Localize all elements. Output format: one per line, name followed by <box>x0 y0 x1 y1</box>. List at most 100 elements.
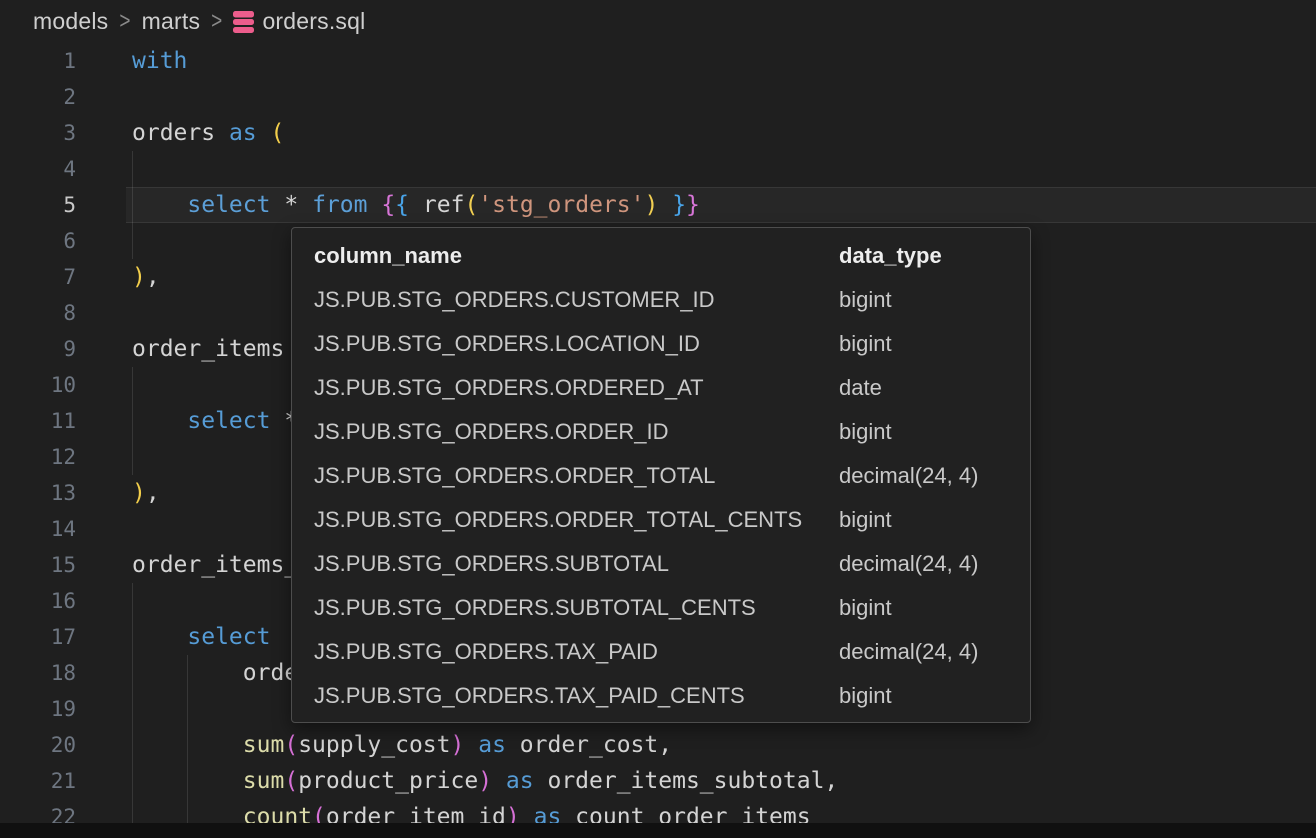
indent-guide <box>132 691 133 727</box>
line-number[interactable]: 13 <box>0 475 76 511</box>
code-editor-window: models > marts > orders.sql 1with23order… <box>0 0 1316 838</box>
popup-row: JS.PUB.STG_ORDERS.ORDER_TOTAL_CENTSbigin… <box>292 498 1030 542</box>
popup-cell-column-name: JS.PUB.STG_ORDERS.ORDERED_AT <box>314 375 839 401</box>
popup-cell-column-name: JS.PUB.STG_ORDERS.LOCATION_ID <box>314 331 839 357</box>
line-number[interactable]: 16 <box>0 583 76 619</box>
line-number[interactable]: 20 <box>0 727 76 763</box>
line-number[interactable]: 5 <box>0 187 76 223</box>
breadcrumb: models > marts > orders.sql <box>0 0 1316 43</box>
popup-header-row: column_name data_type <box>292 234 1030 278</box>
chevron-right-icon: > <box>211 8 222 36</box>
indent-guide <box>132 223 133 259</box>
popup-cell-data-type: decimal(24, 4) <box>839 463 1008 489</box>
chevron-right-icon: > <box>119 8 130 36</box>
popup-cell-data-type: bigint <box>839 507 1008 533</box>
breadcrumb-file-label: orders.sql <box>262 8 365 35</box>
popup-row: JS.PUB.STG_ORDERS.TAX_PAIDdecimal(24, 4) <box>292 630 1030 674</box>
code-text: sum(supply_cost) as order_cost, <box>76 727 1316 763</box>
breadcrumb-file[interactable]: orders.sql <box>233 8 365 35</box>
indent-guide <box>132 619 133 655</box>
indent-guide <box>132 727 133 763</box>
popup-row: JS.PUB.STG_ORDERS.ORDER_IDbigint <box>292 410 1030 454</box>
code-line[interactable]: 5 select * from {{ ref('stg_orders') }} <box>0 187 1316 223</box>
line-number[interactable]: 11 <box>0 403 76 439</box>
popup-cell-data-type: date <box>839 375 1008 401</box>
line-number[interactable]: 17 <box>0 619 76 655</box>
popup-cell-column-name: JS.PUB.STG_ORDERS.TAX_PAID <box>314 639 839 665</box>
popup-cell-data-type: bigint <box>839 419 1008 445</box>
code-text <box>76 79 1316 115</box>
popup-row: JS.PUB.STG_ORDERS.ORDER_TOTALdecimal(24,… <box>292 454 1030 498</box>
indent-guide <box>132 187 133 223</box>
indent-guide <box>132 367 133 403</box>
indent-guide <box>187 763 188 799</box>
line-number[interactable]: 21 <box>0 763 76 799</box>
indent-guide <box>187 691 188 727</box>
line-number[interactable]: 2 <box>0 79 76 115</box>
code-text: orders as ( <box>76 115 1316 151</box>
popup-row: JS.PUB.STG_ORDERS.ORDERED_ATdate <box>292 366 1030 410</box>
popup-header-data-type: data_type <box>839 243 1008 269</box>
database-icon <box>233 10 254 34</box>
code-text <box>76 151 1316 187</box>
code-line[interactable]: 22 count(order_item_id) as count_order_i… <box>0 799 1316 823</box>
popup-cell-column-name: JS.PUB.STG_ORDERS.CUSTOMER_ID <box>314 287 839 313</box>
popup-cell-data-type: bigint <box>839 683 1008 709</box>
line-number[interactable]: 19 <box>0 691 76 727</box>
popup-cell-column-name: JS.PUB.STG_ORDERS.ORDER_TOTAL <box>314 463 839 489</box>
indent-guide <box>187 727 188 763</box>
indent-guide <box>132 799 133 823</box>
code-text: sum(product_price) as order_items_subtot… <box>76 763 1316 799</box>
popup-row: JS.PUB.STG_ORDERS.SUBTOTALdecimal(24, 4) <box>292 542 1030 586</box>
indent-guide <box>187 799 188 823</box>
editor[interactable]: 1with23orders as (45 select * from {{ re… <box>0 43 1316 823</box>
popup-cell-column-name: JS.PUB.STG_ORDERS.SUBTOTAL <box>314 551 839 577</box>
popup-cell-column-name: JS.PUB.STG_ORDERS.ORDER_ID <box>314 419 839 445</box>
popup-cell-data-type: decimal(24, 4) <box>839 551 1008 577</box>
line-number[interactable]: 7 <box>0 259 76 295</box>
line-number[interactable]: 3 <box>0 115 76 151</box>
line-number[interactable]: 6 <box>0 223 76 259</box>
code-text: with <box>76 43 1316 79</box>
code-text: count(order_item_id) as count_order_item… <box>76 799 1316 823</box>
indent-guide <box>132 583 133 619</box>
popup-header-column-name: column_name <box>314 243 839 269</box>
panel-divider <box>0 823 1316 838</box>
column-info-popup: column_name data_type JS.PUB.STG_ORDERS.… <box>291 227 1031 723</box>
breadcrumb-item-models[interactable]: models <box>33 8 108 35</box>
popup-row: JS.PUB.STG_ORDERS.CUSTOMER_IDbigint <box>292 278 1030 322</box>
line-number[interactable]: 18 <box>0 655 76 691</box>
line-number[interactable]: 15 <box>0 547 76 583</box>
indent-guide <box>132 763 133 799</box>
line-number[interactable]: 10 <box>0 367 76 403</box>
line-number[interactable]: 1 <box>0 43 76 79</box>
line-number[interactable]: 8 <box>0 295 76 331</box>
indent-guide <box>132 655 133 691</box>
line-number[interactable]: 14 <box>0 511 76 547</box>
popup-cell-column-name: JS.PUB.STG_ORDERS.TAX_PAID_CENTS <box>314 683 839 709</box>
code-line[interactable]: 2 <box>0 79 1316 115</box>
line-number[interactable]: 9 <box>0 331 76 367</box>
indent-guide <box>132 439 133 475</box>
popup-row: JS.PUB.STG_ORDERS.SUBTOTAL_CENTSbigint <box>292 586 1030 630</box>
code-line[interactable]: 20 sum(supply_cost) as order_cost, <box>0 727 1316 763</box>
popup-cell-data-type: bigint <box>839 287 1008 313</box>
popup-cell-data-type: bigint <box>839 331 1008 357</box>
popup-cell-data-type: bigint <box>839 595 1008 621</box>
line-number[interactable]: 12 <box>0 439 76 475</box>
popup-rows: JS.PUB.STG_ORDERS.CUSTOMER_IDbigintJS.PU… <box>292 278 1030 718</box>
popup-cell-data-type: decimal(24, 4) <box>839 639 1008 665</box>
line-number[interactable]: 4 <box>0 151 76 187</box>
code-line[interactable]: 21 sum(product_price) as order_items_sub… <box>0 763 1316 799</box>
code-line[interactable]: 1with <box>0 43 1316 79</box>
code-text: select * from {{ ref('stg_orders') }} <box>76 187 1316 223</box>
indent-guide <box>132 403 133 439</box>
line-number[interactable]: 22 <box>0 799 76 823</box>
code-line[interactable]: 3orders as ( <box>0 115 1316 151</box>
popup-row: JS.PUB.STG_ORDERS.LOCATION_IDbigint <box>292 322 1030 366</box>
popup-cell-column-name: JS.PUB.STG_ORDERS.ORDER_TOTAL_CENTS <box>314 507 839 533</box>
breadcrumb-item-marts[interactable]: marts <box>142 8 201 35</box>
popup-cell-column-name: JS.PUB.STG_ORDERS.SUBTOTAL_CENTS <box>314 595 839 621</box>
code-line[interactable]: 4 <box>0 151 1316 187</box>
indent-guide <box>187 655 188 691</box>
